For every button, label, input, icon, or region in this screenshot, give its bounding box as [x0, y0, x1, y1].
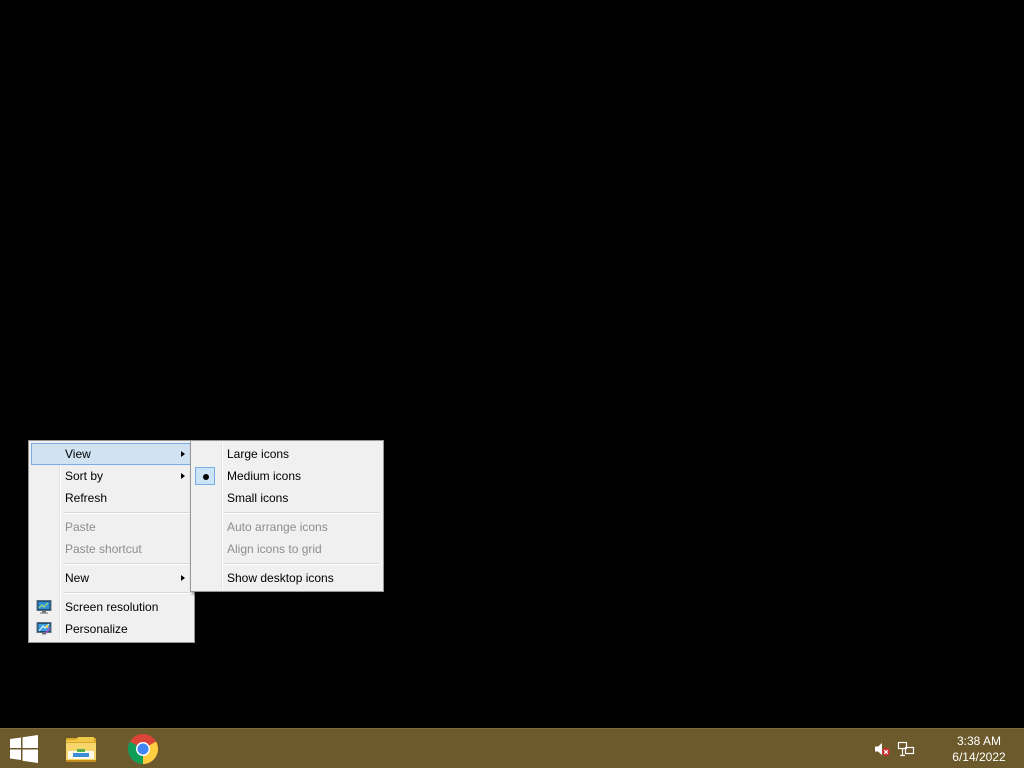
menu-item-label: Paste shortcut: [65, 542, 142, 556]
volume-muted-icon[interactable]: [873, 741, 891, 757]
submenu-arrow-icon: [181, 473, 185, 479]
menu-item-label: Medium icons: [227, 469, 302, 483]
chrome-icon: [127, 734, 159, 764]
submenu-item-small-icons[interactable]: Small icons: [193, 487, 381, 509]
menu-item-view[interactable]: View: [31, 443, 192, 465]
clock-time: 3:38 AM: [956, 734, 1002, 748]
submenu-item-align-icons-to-grid: Align icons to grid: [193, 538, 381, 560]
submenu-item-auto-arrange-icons: Auto arrange icons: [193, 516, 381, 538]
taskbar: 3:38 AM 6/14/2022: [0, 728, 1024, 768]
menu-item-personalize[interactable]: Personalize: [31, 618, 192, 640]
view-submenu: Large icons Medium icons Small icons Aut…: [190, 440, 384, 592]
menu-item-refresh[interactable]: Refresh: [31, 487, 192, 509]
personalize-icon: [36, 622, 52, 635]
menu-item-paste: Paste: [31, 516, 192, 538]
menu-separator: [193, 560, 381, 567]
submenu-arrow-icon: [181, 451, 185, 457]
menu-item-label: Refresh: [65, 491, 108, 505]
radio-dot-icon: [203, 474, 209, 480]
submenu-arrow-icon: [181, 575, 185, 581]
menu-item-label: Sort by: [65, 469, 104, 483]
menu-item-label: Paste: [65, 520, 96, 534]
chrome-button[interactable]: [118, 729, 168, 768]
file-explorer-button[interactable]: [56, 729, 106, 768]
menu-item-label: New: [65, 571, 90, 585]
file-explorer-icon: [66, 737, 96, 762]
menu-item-label: Align icons to grid: [227, 542, 322, 556]
menu-item-screen-resolution[interactable]: Screen resolution: [31, 596, 192, 618]
windows-logo-icon: [10, 735, 38, 763]
menu-item-sort-by[interactable]: Sort by: [31, 465, 192, 487]
submenu-item-large-icons[interactable]: Large icons: [193, 443, 381, 465]
menu-item-label: View: [65, 447, 91, 461]
menu-item-label: Auto arrange icons: [227, 520, 328, 534]
menu-separator: [31, 560, 192, 567]
screen-resolution-icon: [36, 600, 52, 614]
submenu-item-show-desktop-icons[interactable]: Show desktop icons: [193, 567, 381, 589]
menu-item-label: Screen resolution: [65, 600, 159, 614]
desktop-context-menu: View Sort by Refresh Paste Paste shortcu…: [28, 440, 195, 643]
start-button[interactable]: [0, 729, 48, 768]
menu-separator: [31, 509, 192, 516]
submenu-item-medium-icons[interactable]: Medium icons: [193, 465, 381, 487]
menu-separator: [31, 589, 192, 596]
menu-item-label: Personalize: [65, 622, 128, 636]
menu-separator: [193, 509, 381, 516]
clock-date: 6/14/2022: [952, 750, 1006, 764]
radio-selected-icon: [195, 467, 215, 485]
menu-item-paste-shortcut: Paste shortcut: [31, 538, 192, 560]
menu-item-label: Small icons: [227, 491, 289, 505]
taskbar-clock[interactable]: 3:38 AM 6/14/2022: [940, 733, 1018, 765]
menu-item-new[interactable]: New: [31, 567, 192, 589]
menu-item-label: Large icons: [227, 447, 290, 461]
network-icon[interactable]: [897, 741, 915, 757]
menu-item-label: Show desktop icons: [227, 571, 334, 585]
